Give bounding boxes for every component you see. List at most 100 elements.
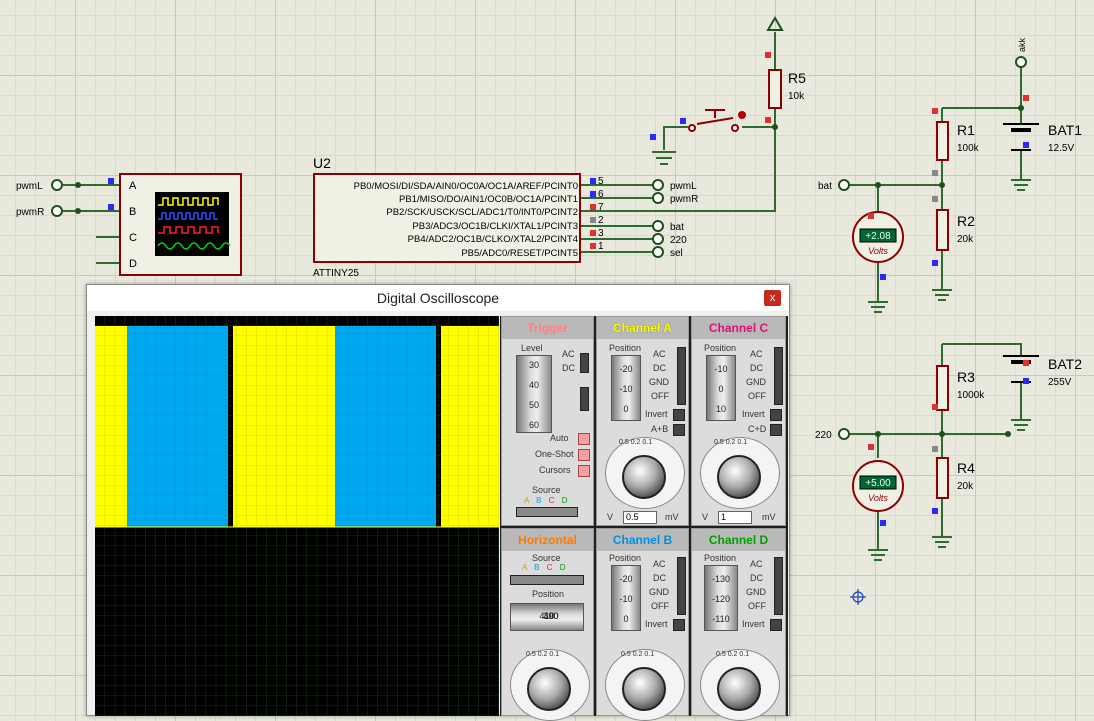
- u2-chip[interactable]: U2 ATTINY25 PB0/MOSI/DI/SDA/AIN0/OC0A/OC…: [313, 155, 604, 279]
- u2-label: U2: [313, 155, 331, 171]
- channel-d-coupling-switch[interactable]: [774, 557, 783, 615]
- source-c: C: [548, 496, 555, 505]
- bat2-name: BAT2: [1048, 356, 1082, 372]
- trigger-title: Trigger: [502, 317, 593, 339]
- cha-dial-0: 0.5: [619, 439, 629, 446]
- r1-value: 100k: [957, 143, 980, 154]
- channel-b-section: Channel B Position -20 -10 0 AC DC GND O…: [596, 528, 689, 721]
- cha-tick-2: -10: [619, 384, 633, 394]
- chb-gnd: GND: [649, 587, 669, 597]
- trigger-level-label: Level: [521, 343, 543, 353]
- channel-d-position-scale[interactable]: -130 -120 -110: [704, 565, 738, 631]
- trigger-level-scale[interactable]: 30 40 50 60: [516, 355, 552, 433]
- chd-dial-labels: 0.5 0.2 0.1: [716, 651, 749, 658]
- horizontal-source-options: A B C D: [522, 563, 566, 572]
- oscilloscope-window[interactable]: Digital Oscilloscope x Trigger Level 30 …: [86, 284, 790, 721]
- u2-pin-num-2: 2: [598, 215, 604, 226]
- channel-d-position-label: Position: [704, 553, 737, 563]
- channel-c-volts-knob[interactable]: [717, 455, 761, 499]
- hdial-2: 0.1: [549, 651, 560, 658]
- htick-3: 390: [543, 611, 559, 621]
- horizontal-source-slider[interactable]: [510, 575, 584, 585]
- chb-tick-3: 0: [623, 614, 629, 624]
- chc-gnd: GND: [746, 377, 766, 387]
- channel-c-coupling-switch[interactable]: [774, 347, 783, 405]
- r2-value: 20k: [957, 234, 974, 245]
- u2-pin-pb0: PB0/MOSI/DI/SDA/AIN0/OC0A/OC1A/AREF/PCIN…: [354, 181, 578, 192]
- cha-dc: DC: [653, 363, 666, 373]
- r1-name: R1: [957, 122, 975, 138]
- scope-channel-d: D: [129, 258, 137, 270]
- trigger-edge-switch[interactable]: [580, 387, 589, 411]
- net-label-pwmr: pwmR: [670, 194, 698, 205]
- push-button[interactable]: [688, 109, 739, 132]
- oneshot-button[interactable]: [578, 449, 590, 461]
- chc-dial-0: 0.5: [714, 439, 724, 446]
- channel-c-combine-button[interactable]: [770, 424, 782, 436]
- channel-b-volts-knob[interactable]: [622, 667, 666, 711]
- u2-pin-pb1: PB1/MISO/DO/AIN1/OC0B/OC1A/PCINT1: [399, 194, 578, 205]
- cursors-button[interactable]: [578, 465, 590, 477]
- button-indicator: [738, 111, 746, 119]
- voltmeter-1[interactable]: +2.08 Volts: [852, 211, 904, 263]
- chb-dial-0: 0.5: [621, 651, 631, 658]
- horizontal-dial-labels: 0.5 0.2 0.1: [526, 651, 559, 658]
- chb-dial-2: 0.1: [644, 651, 655, 658]
- channel-a-volts-value[interactable]: 0.5: [623, 511, 657, 524]
- scope-symbol[interactable]: A B C D: [119, 173, 242, 276]
- chc-tick-2: 0: [718, 384, 724, 394]
- channel-d-volts-knob[interactable]: [717, 667, 761, 711]
- trigger-coupling-switch[interactable]: [580, 353, 589, 373]
- auto-button[interactable]: [578, 433, 590, 445]
- channel-a-coupling-switch[interactable]: [677, 347, 686, 405]
- channel-d-section: Channel D Position -130 -120 -110 AC DC …: [691, 528, 786, 721]
- channel-d-title: Channel D: [692, 529, 785, 551]
- scope-screen[interactable]: [95, 316, 499, 716]
- hsource-d: D: [559, 563, 566, 572]
- cha-unit-mv: mV: [665, 512, 679, 522]
- chd-ac: AC: [750, 559, 763, 569]
- channel-d-invert-button[interactable]: [770, 619, 782, 631]
- channel-a-invert-button[interactable]: [673, 409, 685, 421]
- channel-b-coupling-switch[interactable]: [677, 557, 686, 615]
- channel-a-position-scale[interactable]: -20 -10 0: [611, 355, 641, 421]
- voltmeter-2[interactable]: +5.00 Volts: [852, 460, 904, 512]
- horizontal-source-label: Source: [532, 553, 561, 563]
- level-tick-40: 40: [528, 380, 539, 390]
- close-button[interactable]: x: [764, 290, 781, 306]
- crosshair-cursor-icon: [850, 589, 866, 605]
- u2-pin-num-6: 6: [598, 189, 604, 200]
- hdial-1: 0.2: [537, 651, 548, 658]
- scope-channel-b: B: [129, 206, 136, 218]
- u2-pin-num-3: 3: [598, 228, 604, 239]
- bat1-value: 12.5V: [1048, 143, 1074, 154]
- oscilloscope-title-bar[interactable]: Digital Oscilloscope: [87, 285, 789, 311]
- chb-dial-labels: 0.5 0.2 0.1: [621, 651, 654, 658]
- bat1-name: BAT1: [1048, 122, 1082, 138]
- chd-tick-3: -110: [712, 614, 730, 624]
- cha-combine-label: A+B: [651, 424, 669, 434]
- r4-name: R4: [957, 460, 975, 476]
- channel-c-position-scale[interactable]: -10 0 10: [706, 355, 736, 421]
- channel-c-volts-value[interactable]: 1: [718, 511, 752, 524]
- terminal-220-label: 220: [815, 430, 832, 441]
- level-tick-50: 50: [528, 400, 539, 410]
- channel-a-volts-knob[interactable]: [622, 455, 666, 499]
- cha-dial-1: 0.2: [630, 439, 641, 446]
- horizontal-time-knob[interactable]: [527, 667, 571, 711]
- horizontal-position-scale[interactable]: 410 400 390: [510, 603, 584, 631]
- chc-combine-label: C+D: [748, 424, 767, 434]
- trigger-source-slider[interactable]: [516, 507, 578, 517]
- u2-part: ATTINY25: [313, 268, 359, 279]
- cha-ac: AC: [653, 349, 666, 359]
- trigger-dc: DC: [562, 363, 575, 373]
- channel-a-combine-button[interactable]: [673, 424, 685, 436]
- channel-b-position-scale[interactable]: -20 -10 0: [611, 565, 641, 631]
- r3-name: R3: [957, 369, 975, 385]
- level-tick-30: 30: [528, 360, 539, 370]
- u2-pin-num-1: 1: [598, 241, 604, 252]
- channel-b-invert-button[interactable]: [673, 619, 685, 631]
- scope-channel-a: A: [129, 180, 137, 192]
- r3-value: 1000k: [957, 390, 985, 401]
- channel-c-invert-button[interactable]: [770, 409, 782, 421]
